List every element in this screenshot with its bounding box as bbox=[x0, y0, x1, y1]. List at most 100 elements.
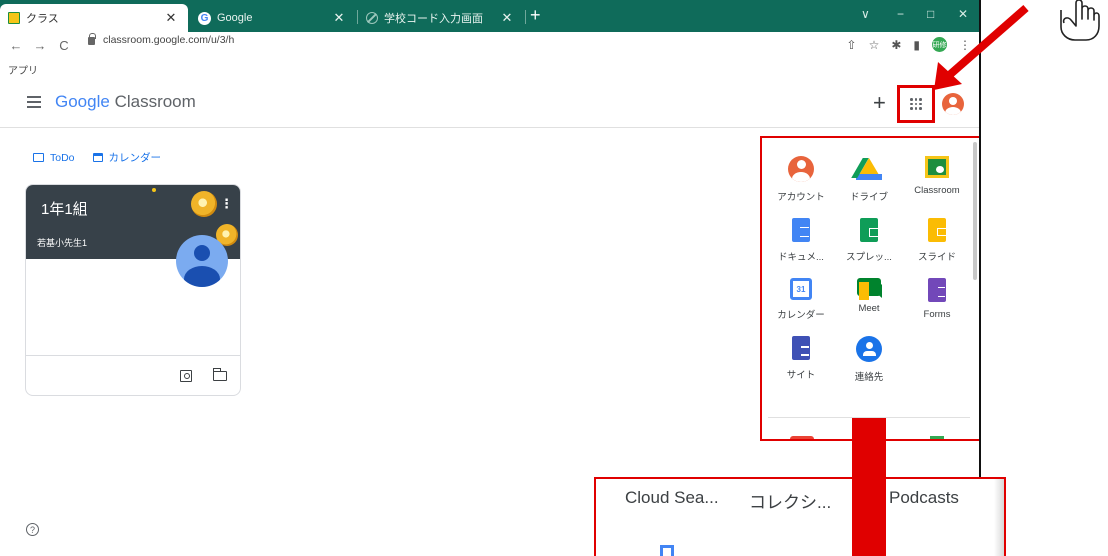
classroom-icon bbox=[925, 156, 949, 178]
google-apps-button[interactable] bbox=[897, 85, 935, 123]
classroom-favicon-icon bbox=[8, 12, 20, 24]
todo-link[interactable]: ToDo bbox=[33, 150, 75, 165]
partial-app-icon bbox=[790, 436, 814, 439]
folder-icon[interactable] bbox=[212, 368, 227, 381]
screenshot-stage: クラス ✕ G Google ✕ 学校コード入力画面 ✕ + ∨ − □ ✕ ← bbox=[0, 0, 1108, 556]
new-tab-button[interactable]: + bbox=[530, 5, 541, 26]
calendar-icon bbox=[92, 153, 103, 162]
calendar-link[interactable]: カレンダー bbox=[92, 150, 162, 165]
tab-strip: クラス ✕ G Google ✕ 学校コード入力画面 ✕ + ∨ − □ ✕ bbox=[0, 0, 979, 32]
slides-icon bbox=[928, 218, 947, 242]
docs-icon bbox=[792, 218, 810, 242]
app-label: スプレッ... bbox=[846, 252, 892, 263]
todo-icon bbox=[33, 153, 44, 162]
app-contacts[interactable]: 連絡先 bbox=[835, 336, 903, 383]
back-icon[interactable]: ← bbox=[6, 38, 26, 53]
sites-icon bbox=[792, 336, 810, 360]
calendar-icon: 31 bbox=[790, 278, 812, 300]
tab-title: Google bbox=[217, 12, 253, 24]
bookmark-apps[interactable]: アプリ bbox=[8, 66, 38, 77]
sheets-icon bbox=[860, 218, 879, 242]
close-window-icon[interactable]: ✕ bbox=[958, 7, 968, 21]
partial-app-icon bbox=[660, 545, 674, 556]
toolbar-icons: ⇧ ☆ ✱ ▮ 研修 ⋮ bbox=[847, 37, 971, 52]
drive-icon bbox=[856, 156, 882, 182]
class-title[interactable]: 1年1組 bbox=[41, 198, 88, 219]
app-label: ドキュメ... bbox=[778, 252, 824, 263]
browser-toolbar: ← → C classroom.google.com/u/3/h ⇧ ☆ ✱ ▮… bbox=[0, 32, 979, 58]
apps-menu-divider bbox=[768, 417, 970, 418]
forward-icon[interactable]: → bbox=[30, 38, 50, 53]
app-label: ドライブ bbox=[849, 192, 888, 203]
google-favicon-icon: G bbox=[198, 11, 211, 25]
maximize-icon[interactable]: □ bbox=[927, 7, 934, 21]
app-calendar[interactable]: 31 カレンダー bbox=[767, 278, 835, 321]
meet-icon bbox=[857, 278, 882, 300]
minimize-icon[interactable]: − bbox=[897, 7, 904, 21]
account-icon bbox=[788, 156, 814, 182]
zoom-label: コレクシ... bbox=[749, 493, 832, 512]
app-sheets[interactable]: スプレッ... bbox=[835, 218, 903, 263]
app-forms[interactable]: Forms bbox=[903, 278, 971, 321]
app-account[interactable]: アカウント bbox=[767, 156, 835, 203]
app-sites[interactable]: サイト bbox=[767, 336, 835, 383]
decoration-dot bbox=[152, 188, 156, 192]
create-join-button[interactable]: + bbox=[873, 90, 886, 116]
zoom-inset: Cloud Sea... コレクシ... Podcasts bbox=[594, 477, 1006, 556]
calendar-label: カレンダー bbox=[108, 152, 162, 164]
app-drive[interactable]: ドライブ bbox=[835, 156, 903, 203]
address-bar[interactable]: classroom.google.com/u/3/h bbox=[88, 33, 234, 46]
app-classroom[interactable]: Classroom bbox=[903, 156, 971, 203]
tab-school-code[interactable]: 学校コード入力画面 ✕ bbox=[358, 4, 524, 32]
todo-label: ToDo bbox=[50, 151, 75, 164]
class-card-footer bbox=[26, 355, 240, 395]
google-wordmark: Google bbox=[55, 92, 110, 111]
tab-search-icon[interactable]: ∨ bbox=[861, 7, 870, 21]
lock-icon bbox=[88, 33, 96, 45]
close-tab-icon[interactable]: ✕ bbox=[332, 10, 346, 26]
bookmarks-bar: アプリ bbox=[0, 58, 979, 78]
teacher-avatar bbox=[176, 235, 228, 287]
contacts-icon bbox=[856, 336, 882, 362]
classroom-wordmark: Classroom bbox=[114, 92, 196, 111]
classroom-logo[interactable]: Google Classroom bbox=[55, 92, 196, 112]
app-label: カレンダー bbox=[777, 310, 825, 321]
inset-shadow bbox=[994, 479, 1004, 556]
app-label: Forms bbox=[923, 309, 951, 320]
tab-google[interactable]: G Google ✕ bbox=[190, 4, 356, 32]
reload-icon[interactable]: C bbox=[54, 38, 74, 53]
app-meet[interactable]: Meet bbox=[835, 278, 903, 321]
app-slides[interactable]: スライド bbox=[903, 218, 971, 263]
apps-grid-icon bbox=[910, 98, 922, 110]
zoom-label: Cloud Sea... bbox=[625, 488, 719, 507]
tab-title: クラス bbox=[26, 13, 59, 25]
hamburger-menu-icon[interactable] bbox=[27, 96, 41, 108]
teacher-name: 若基小先生1 bbox=[37, 238, 88, 248]
app-docs[interactable]: ドキュメ... bbox=[767, 218, 835, 263]
forms-icon bbox=[928, 278, 946, 302]
close-tab-icon[interactable]: ✕ bbox=[164, 10, 178, 26]
close-tab-icon[interactable]: ✕ bbox=[500, 10, 514, 26]
apps-grid: アカウント ドライブ Classroom ドキュメ... スプレッ... スライ… bbox=[767, 156, 972, 383]
extensions-icon[interactable]: ✱ bbox=[891, 38, 901, 52]
bookmark-star-icon[interactable]: ☆ bbox=[869, 38, 880, 52]
profile-avatar[interactable]: 研修 bbox=[932, 37, 947, 52]
decoration-circle bbox=[191, 191, 217, 217]
account-avatar[interactable] bbox=[942, 93, 964, 115]
help-icon[interactable]: ? bbox=[26, 523, 39, 536]
blocked-favicon-icon bbox=[366, 12, 378, 24]
apps-menu-scrollbar[interactable] bbox=[973, 142, 977, 280]
classroom-header: Google Classroom + bbox=[0, 78, 979, 128]
app-label: アカウント bbox=[777, 192, 825, 203]
student-work-icon[interactable] bbox=[180, 370, 192, 382]
tab-separator bbox=[525, 10, 526, 24]
tab-classroom[interactable]: クラス ✕ bbox=[0, 4, 188, 32]
class-options-icon[interactable]: ⋮ bbox=[220, 196, 233, 212]
side-panel-icon[interactable]: ▮ bbox=[913, 38, 920, 52]
app-label: スライド bbox=[917, 252, 956, 263]
hand-cursor-icon bbox=[1060, 0, 1100, 41]
share-icon[interactable]: ⇧ bbox=[847, 38, 857, 52]
class-card[interactable]: 1年1組 若基小先生1 ⋮ bbox=[25, 184, 241, 396]
partial-app-icon bbox=[930, 436, 944, 439]
menu-kebab-icon[interactable]: ⋮ bbox=[959, 38, 971, 52]
